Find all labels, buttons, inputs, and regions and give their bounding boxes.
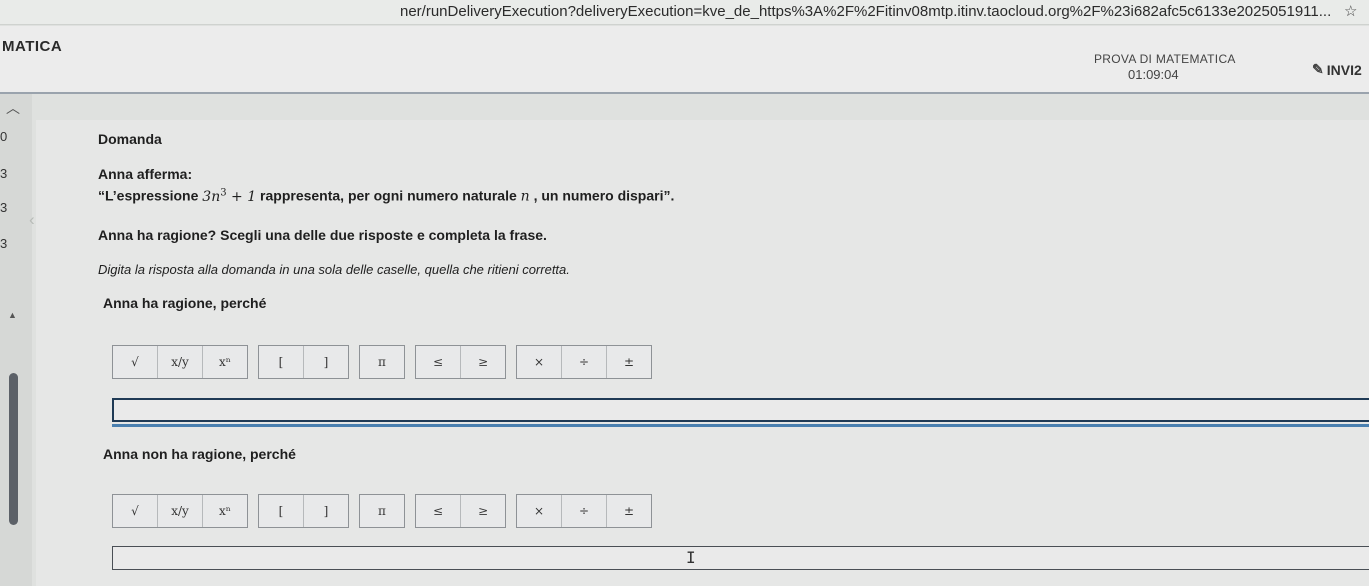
nav-score[interactable]: 3 bbox=[0, 166, 7, 181]
left-bracket-button[interactable]: [ bbox=[259, 495, 304, 527]
timer: 01:09:04 bbox=[1128, 67, 1179, 82]
toolbar-group: √ x/y xⁿ bbox=[112, 494, 248, 528]
math-toolbar: √ x/y xⁿ [ ] π ≤ ≥ × ÷ ± bbox=[112, 345, 652, 379]
scrollbar-thumb[interactable] bbox=[9, 373, 18, 525]
url-text[interactable]: ner/runDeliveryExecution?deliveryExecuti… bbox=[400, 3, 1331, 20]
divide-button[interactable]: ÷ bbox=[562, 495, 607, 527]
right-bracket-button[interactable]: ] bbox=[304, 495, 348, 527]
pi-button[interactable]: π bbox=[360, 495, 404, 527]
toolbar-group: × ÷ ± bbox=[516, 345, 652, 379]
expr-base: 3n bbox=[202, 188, 221, 205]
less-equal-button[interactable]: ≤ bbox=[416, 346, 461, 378]
submit-label: INVI2 bbox=[1326, 61, 1362, 78]
text-cursor-icon: I bbox=[686, 548, 696, 567]
submit-button[interactable]: ✎ INVI2 bbox=[1312, 61, 1362, 78]
toolbar-group: [ ] bbox=[258, 494, 349, 528]
toolbar-group: π bbox=[359, 494, 405, 528]
nav-score[interactable]: 3 bbox=[0, 200, 7, 215]
toolbar-group: ≤ ≥ bbox=[415, 494, 506, 528]
question-prompt: Anna ha ragione? Scegli una delle due ri… bbox=[98, 227, 547, 243]
header-title: MATICA bbox=[2, 38, 63, 55]
answer-label-non-ragione: Anna non ha ragione, perché bbox=[103, 446, 296, 462]
answer-label-ragione: Anna ha ragione, perché bbox=[103, 295, 267, 311]
times-button[interactable]: × bbox=[517, 346, 562, 378]
triangle-up-icon[interactable]: ▲ bbox=[8, 310, 17, 320]
pen-icon: ✎ bbox=[1312, 61, 1324, 77]
toolbar-group: [ ] bbox=[258, 345, 349, 379]
chevron-up-icon[interactable]: ︿ bbox=[6, 98, 20, 118]
sqrt-button[interactable]: √ bbox=[113, 495, 158, 527]
divide-button[interactable]: ÷ bbox=[562, 346, 607, 378]
greater-equal-button[interactable]: ≥ bbox=[461, 346, 505, 378]
question-instruction: Digita la risposta alla domanda in una s… bbox=[98, 262, 570, 277]
question-statement: “L’espressione 3n3 + 1 rappresenta, per … bbox=[98, 187, 674, 205]
statement-mid: rappresenta, per ogni numero naturale bbox=[256, 187, 521, 204]
power-button[interactable]: xⁿ bbox=[203, 495, 247, 527]
answer-input-non-ragione[interactable] bbox=[112, 546, 1369, 570]
plus-minus-button[interactable]: ± bbox=[607, 495, 651, 527]
question-heading: Domanda bbox=[98, 131, 162, 147]
times-button[interactable]: × bbox=[517, 495, 562, 527]
nav-score[interactable]: 0 bbox=[0, 129, 7, 144]
less-equal-button[interactable]: ≤ bbox=[416, 495, 461, 527]
focus-underline bbox=[112, 424, 1369, 427]
pi-button[interactable]: π bbox=[360, 346, 404, 378]
toolbar-group: ≤ ≥ bbox=[415, 345, 506, 379]
chevron-left-icon[interactable]: ‹ bbox=[29, 210, 35, 230]
math-expression: 3n3 + 1 bbox=[202, 187, 257, 205]
browser-url-bar[interactable]: ner/runDeliveryExecution?deliveryExecuti… bbox=[0, 0, 1369, 25]
sqrt-button[interactable]: √ bbox=[113, 346, 158, 378]
math-toolbar: √ x/y xⁿ [ ] π ≤ ≥ × ÷ ± bbox=[112, 494, 652, 528]
power-button[interactable]: xⁿ bbox=[203, 346, 247, 378]
toolbar-group: × ÷ ± bbox=[516, 494, 652, 528]
test-header: MATICA PROVA DI MATEMATICA 01:09:04 ✎ IN… bbox=[0, 26, 1369, 94]
fraction-button[interactable]: x/y bbox=[158, 495, 203, 527]
nav-score[interactable]: 3 bbox=[0, 236, 7, 251]
expr-tail: + 1 bbox=[226, 188, 257, 205]
statement-post: , un numero dispari”. bbox=[529, 187, 675, 204]
toolbar-group: √ x/y xⁿ bbox=[112, 345, 248, 379]
test-title: PROVA DI MATEMATICA bbox=[1094, 52, 1236, 66]
question-intro: Anna afferma: bbox=[98, 166, 193, 182]
fraction-button[interactable]: x/y bbox=[158, 346, 203, 378]
right-bracket-button[interactable]: ] bbox=[304, 346, 348, 378]
left-bracket-button[interactable]: [ bbox=[259, 346, 304, 378]
toolbar-group: π bbox=[359, 345, 405, 379]
star-icon[interactable]: ☆ bbox=[1344, 2, 1357, 20]
plus-minus-button[interactable]: ± bbox=[607, 346, 651, 378]
math-variable: n bbox=[520, 188, 530, 205]
answer-input-ragione[interactable] bbox=[112, 398, 1369, 422]
greater-equal-button[interactable]: ≥ bbox=[461, 495, 505, 527]
statement-pre: “L’espressione bbox=[98, 187, 203, 204]
